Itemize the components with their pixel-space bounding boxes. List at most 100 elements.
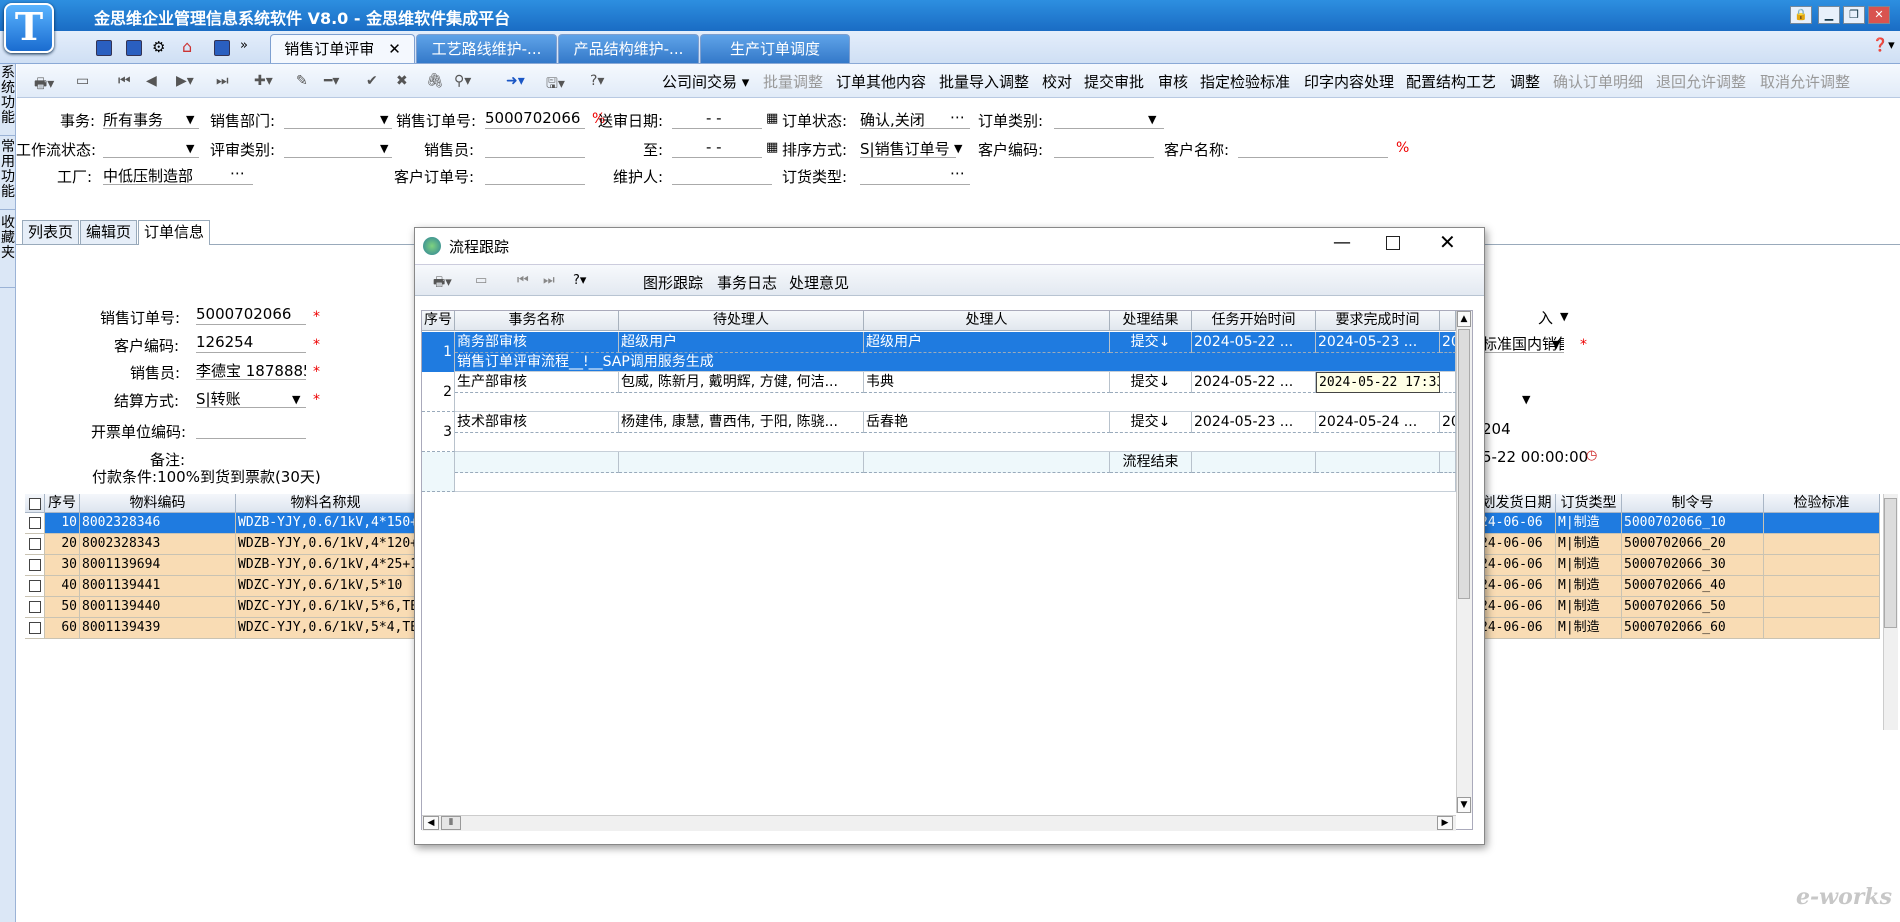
checkbox[interactable] xyxy=(28,559,41,571)
tab-routing[interactable]: 工艺路线维护-... xyxy=(416,34,557,63)
dialog-print-icon[interactable]: 🖶▾ xyxy=(433,273,452,295)
restore-button[interactable]: ❐ xyxy=(1843,6,1865,24)
row-checkbox[interactable] xyxy=(25,555,45,576)
add-icon[interactable]: ✚▾ xyxy=(254,73,273,89)
edit-icon[interactable]: ✎ xyxy=(296,73,308,89)
dialog-maximize-button[interactable] xyxy=(1386,236,1400,250)
tab-close-icon[interactable]: ✕ xyxy=(388,40,401,58)
checkbox[interactable] xyxy=(28,538,41,550)
cust-name-input[interactable] xyxy=(1238,138,1388,158)
help-icon[interactable]: ❓▾ xyxy=(1872,38,1895,53)
sort-chevron-down-icon[interactable]: ▼ xyxy=(954,142,962,155)
tab-edit-page[interactable]: 编辑页 xyxy=(80,220,138,244)
review-type-chevron-down-icon[interactable]: ▼ xyxy=(380,142,388,155)
detail-invoice-input[interactable] xyxy=(196,419,306,439)
order-no-input[interactable]: 5000702066 xyxy=(485,109,585,129)
batch-import-adjust-button[interactable]: 批量导入调整 xyxy=(939,71,1029,92)
prev-record-icon[interactable]: ◀ xyxy=(146,73,157,89)
config-process-button[interactable]: 配置结构工艺 xyxy=(1406,71,1496,92)
order-other-content-button[interactable]: 订单其他内容 xyxy=(836,71,926,92)
row-checkbox[interactable] xyxy=(25,597,45,618)
submit-approval-button[interactable]: 提交审批 xyxy=(1084,71,1144,92)
dialog-hscroll-thumb[interactable]: ⦀ xyxy=(441,816,461,830)
row-checkbox[interactable] xyxy=(25,534,45,555)
last-record-icon[interactable]: ⏭ xyxy=(216,73,229,89)
save-icon[interactable] xyxy=(96,40,112,56)
remove-icon[interactable]: ━▾ xyxy=(324,73,339,89)
review-type-select[interactable] xyxy=(284,138,392,158)
assign-inspection-standard-button[interactable]: 指定检验标准 xyxy=(1200,71,1290,92)
print-content-button[interactable]: 印字内容处理 xyxy=(1304,71,1394,92)
clock-icon[interactable]: ◷ xyxy=(1586,448,1597,463)
next-record-icon[interactable]: ▶▾ xyxy=(176,73,194,89)
maintainer-input[interactable] xyxy=(672,165,772,185)
row-checkbox[interactable] xyxy=(25,513,45,534)
intercompany-trade-button[interactable]: 公司间交易 ▾ xyxy=(662,71,749,92)
home-icon[interactable]: ⌂ xyxy=(182,37,192,56)
scroll-down-arrow-icon[interactable]: ▼ xyxy=(1457,797,1471,813)
tab-order-info[interactable]: 订单信息 xyxy=(138,220,211,245)
structure-icon[interactable]: ⚙ xyxy=(152,38,165,56)
scroll-left-arrow-icon[interactable]: ◀ xyxy=(423,816,439,830)
right-chevron-down-icon[interactable]: ▼ xyxy=(1560,310,1568,323)
calendar-icon[interactable]: ▦ xyxy=(766,111,778,126)
salesman-filter-input[interactable] xyxy=(485,138,585,158)
status-more-icon[interactable]: ⋯ xyxy=(950,108,965,126)
ship-date-to-input[interactable]: - - xyxy=(672,138,762,158)
detail-settle-select[interactable]: S|转账 xyxy=(196,388,306,408)
save-as-icon[interactable]: 🖫▾ xyxy=(546,73,565,97)
affair-log-button[interactable]: 事务日志 xyxy=(717,272,777,293)
affair-select[interactable]: 所有事务 xyxy=(103,109,199,129)
tab-bom[interactable]: 产品结构维护-... xyxy=(558,34,699,63)
dialog-help-icon[interactable]: ?▾ xyxy=(573,273,586,288)
sort-select[interactable]: S|销售订单号 xyxy=(860,138,956,158)
row-checkbox[interactable] xyxy=(25,618,45,639)
cust-code-filter-input[interactable] xyxy=(1054,138,1154,158)
first-record-icon[interactable]: ⏮ xyxy=(118,73,131,89)
select-all-checkbox[interactable] xyxy=(28,498,41,510)
affair-chevron-down-icon[interactable]: ▼ xyxy=(186,113,194,126)
detail-order-no-value[interactable]: 5000702066 xyxy=(196,305,306,325)
cancel-allow-adjust-button[interactable]: 取消允许调整 xyxy=(1760,71,1850,92)
minimize-button[interactable]: ▁ xyxy=(1818,6,1840,24)
preview-icon[interactable]: ▭ xyxy=(76,73,89,89)
adjust-button[interactable]: 调整 xyxy=(1510,71,1540,92)
list-icon[interactable] xyxy=(126,40,142,56)
confirm-order-detail-button[interactable]: 确认订单明细 xyxy=(1553,71,1643,92)
checkbox[interactable] xyxy=(28,622,41,634)
lock-icon[interactable]: 🔒 xyxy=(1790,6,1812,24)
review-button[interactable]: 审核 xyxy=(1158,71,1188,92)
tab-list-page[interactable]: 列表页 xyxy=(22,220,80,244)
detail-salesman-value[interactable]: 李德宝 1878885 xyxy=(196,360,306,380)
settle-chevron-down-icon[interactable]: ▼ xyxy=(292,393,300,406)
rail-system-functions[interactable]: 系统功能 xyxy=(0,64,16,136)
ship-date-from-input[interactable]: - - xyxy=(672,109,762,129)
tab-production-schedule[interactable]: 生产订单调度 xyxy=(700,34,850,63)
cust-order-input[interactable] xyxy=(485,165,585,185)
detail-cust-code-value[interactable]: 126254 xyxy=(196,333,306,353)
row-checkbox[interactable] xyxy=(25,576,45,597)
print-icon[interactable]: 🖶▾ xyxy=(34,73,54,97)
more-chevron-icon[interactable]: » xyxy=(240,38,248,53)
dept-chevron-down-icon[interactable]: ▼ xyxy=(380,113,388,126)
factory-more-icon[interactable]: ⋯ xyxy=(230,164,245,182)
buy-type-more-icon[interactable]: ⋯ xyxy=(950,164,965,182)
cancel-icon[interactable]: ✖ xyxy=(396,73,408,89)
graphic-tracking-button[interactable]: 图形跟踪 xyxy=(643,272,703,293)
link-icon[interactable]: ⚲▾ xyxy=(454,73,471,89)
dept-select[interactable] xyxy=(284,109,392,129)
toolbar-help-icon[interactable]: ?▾ xyxy=(590,73,604,89)
window-icon[interactable] xyxy=(214,40,230,56)
rail-common-functions[interactable]: 常用功能 xyxy=(0,138,16,210)
goto-icon[interactable]: ➜▾ xyxy=(506,73,525,89)
checkbox[interactable] xyxy=(28,517,41,529)
wf-status-select[interactable] xyxy=(103,138,199,158)
main-vscroll-thumb[interactable] xyxy=(1884,498,1897,628)
proofread-button[interactable]: 校对 xyxy=(1042,71,1072,92)
rail-favorites[interactable]: 收藏夹 xyxy=(0,214,16,288)
dialog-last-icon[interactable]: ⏭ xyxy=(543,273,555,288)
attach-icon[interactable]: 🖇 xyxy=(426,73,444,89)
confirm-icon[interactable]: ✔ xyxy=(366,73,378,89)
wf-status-chevron-down-icon[interactable]: ▼ xyxy=(186,142,194,155)
opinion-button[interactable]: 处理意见 xyxy=(789,272,849,293)
